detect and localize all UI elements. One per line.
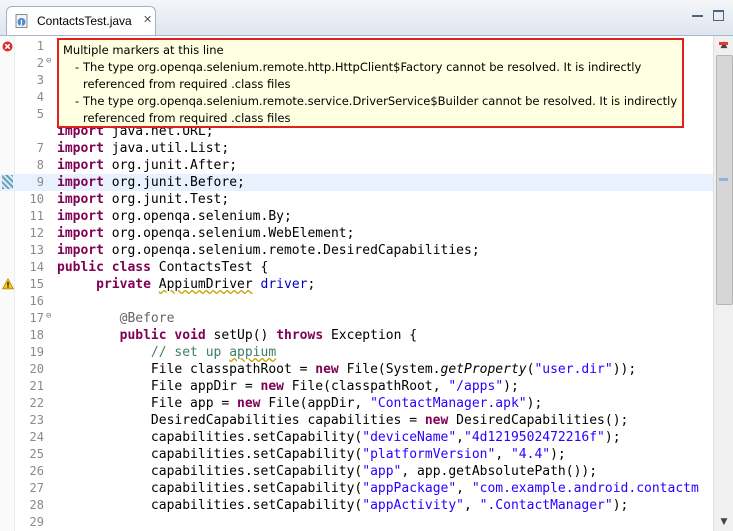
code-text: public class ContactsTest {	[57, 260, 269, 275]
svg-text:J: J	[19, 20, 22, 27]
code-text: import org.junit.Test;	[57, 192, 230, 207]
code-text: import org.openqa.selenium.WebElement;	[57, 226, 355, 241]
minimize-icon[interactable]	[691, 9, 705, 21]
line-number: 19	[29, 345, 44, 359]
code-text: import org.junit.Before;	[57, 175, 245, 190]
line-number: 28	[29, 498, 44, 512]
code-line[interactable]: 15 private AppiumDriver driver;	[0, 276, 713, 293]
code-text: @Before	[119, 311, 175, 326]
line-number: 23	[29, 413, 44, 427]
line-number: 9	[36, 175, 44, 189]
scroll-down-icon[interactable]: ▼	[714, 513, 733, 531]
bookmark-marker-icon[interactable]	[2, 175, 13, 189]
fold-toggle-icon[interactable]: ⊖	[46, 311, 51, 321]
line-number: 12	[29, 226, 44, 240]
line-number: 20	[29, 362, 44, 376]
code-text: capabilities.setCapability("app", app.ge…	[57, 464, 598, 479]
error-marker-icon[interactable]	[2, 41, 13, 52]
line-number: 11	[29, 209, 44, 223]
code-text: // set up appium	[150, 345, 277, 360]
line-number: 10	[29, 192, 44, 206]
editor-tab-bar: J ContactsTest.java ✕	[0, 0, 733, 36]
code-text: private AppiumDriver driver;	[96, 277, 316, 292]
warning-marker-icon[interactable]	[2, 278, 14, 290]
code-line[interactable]: 19 // set up appium	[0, 344, 713, 361]
code-text: import org.junit.After;	[57, 158, 238, 173]
line-number: 17	[29, 311, 44, 325]
line-number: 8	[36, 158, 44, 172]
line-number: 4	[36, 90, 44, 104]
code-line[interactable]: 24 capabilities.setCapability("deviceNam…	[0, 429, 713, 446]
line-number: 21	[29, 379, 44, 393]
code-line[interactable]: 22 File app = new File(appDir, "ContactM…	[0, 395, 713, 412]
line-number: 1	[36, 39, 44, 53]
line-number: 5	[36, 107, 44, 121]
tab-contacts-test-java[interactable]: J ContactsTest.java ✕	[6, 6, 156, 35]
code-text: File app = new File(appDir, "ContactMana…	[57, 396, 543, 411]
line-number: 2	[36, 56, 44, 70]
line-number: 25	[29, 447, 44, 461]
maximize-icon[interactable]	[712, 9, 726, 21]
code-line[interactable]: 27 capabilities.setCapability("appPackag…	[0, 480, 713, 497]
scroll-up-icon[interactable]: ▲	[714, 36, 733, 54]
line-number: 7	[36, 141, 44, 155]
line-number: 27	[29, 481, 44, 495]
code-text: import org.openqa.selenium.By;	[57, 209, 292, 224]
code-line[interactable]: 21 File appDir = new File(classpathRoot,…	[0, 378, 713, 395]
line-number: 13	[29, 243, 44, 257]
line-number: 3	[36, 73, 44, 87]
code-line[interactable]: 9 import org.junit.Before;	[0, 174, 713, 191]
code-line[interactable]: 10 import org.junit.Test;	[0, 191, 713, 208]
line-number: 15	[29, 277, 44, 291]
code-text: public void setUp() throws Exception {	[119, 328, 418, 343]
code-line[interactable]: 12 import org.openqa.selenium.WebElement;	[0, 225, 713, 242]
code-line[interactable]: 26 capabilities.setCapability("app", app…	[0, 463, 713, 480]
code-text: File appDir = new File(classpathRoot, "/…	[57, 379, 519, 394]
code-line[interactable]: 14 public class ContactsTest {	[0, 259, 713, 276]
code-line[interactable]: 23 DesiredCapabilities capabilities = ne…	[0, 412, 713, 429]
popup-problem-item: - The type org.openqa.selenium.remote.ser…	[75, 94, 678, 125]
code-text: File classpathRoot = new File(System.get…	[57, 362, 637, 377]
code-line[interactable]: 11 import org.openqa.selenium.By;	[0, 208, 713, 225]
code-text: DesiredCapabilities capabilities = new D…	[57, 413, 629, 428]
tab-close-icon[interactable]: ✕	[143, 13, 152, 26]
code-text: import org.openqa.selenium.remote.Desire…	[57, 243, 480, 258]
line-number: 24	[29, 430, 44, 444]
code-line[interactable]: 20 File classpathRoot = new File(System.…	[0, 361, 713, 378]
line-number: 29	[29, 515, 44, 529]
code-text: capabilities.setCapability("appPackage",…	[57, 481, 699, 496]
code-text: capabilities.setCapability("appActivity"…	[57, 498, 629, 513]
code-line[interactable]: 7 import java.util.List;	[0, 140, 713, 157]
line-number: 26	[29, 464, 44, 478]
line-number: 22	[29, 396, 44, 410]
problem-hover-popup: Multiple markers at this line - The type …	[57, 38, 684, 128]
overview-error-marker[interactable]	[719, 42, 728, 45]
code-text: capabilities.setCapability("platformVers…	[57, 447, 566, 462]
code-line[interactable]: 17 ⊖ @Before	[0, 310, 713, 327]
vertical-scrollbar[interactable]: ▲ ▼	[713, 36, 733, 531]
code-text: capabilities.setCapability("deviceName",…	[57, 430, 621, 445]
popup-title: Multiple markers at this line	[63, 43, 224, 57]
code-line[interactable]: 25 capabilities.setCapability("platformV…	[0, 446, 713, 463]
overview-occurrence-marker[interactable]	[719, 178, 728, 181]
code-text: import java.util.List;	[57, 141, 230, 156]
code-line[interactable]: 8 import org.junit.After;	[0, 157, 713, 174]
fold-toggle-icon[interactable]: ⊖	[46, 56, 51, 66]
code-line[interactable]: 18 public void setUp() throws Exception …	[0, 327, 713, 344]
line-number: 16	[29, 294, 44, 308]
code-line[interactable]: 28 capabilities.setCapability("appActivi…	[0, 497, 713, 514]
code-line[interactable]: 16	[0, 293, 713, 310]
tab-title: ContactsTest.java	[37, 14, 132, 28]
java-file-icon: J	[15, 14, 28, 28]
line-number: 14	[29, 260, 44, 274]
code-line[interactable]: 29	[0, 514, 713, 531]
line-number: 18	[29, 328, 44, 342]
code-line[interactable]: 13 import org.openqa.selenium.remote.Desi…	[0, 242, 713, 259]
popup-problem-item: - The type org.openqa.selenium.remote.htt…	[75, 60, 642, 91]
